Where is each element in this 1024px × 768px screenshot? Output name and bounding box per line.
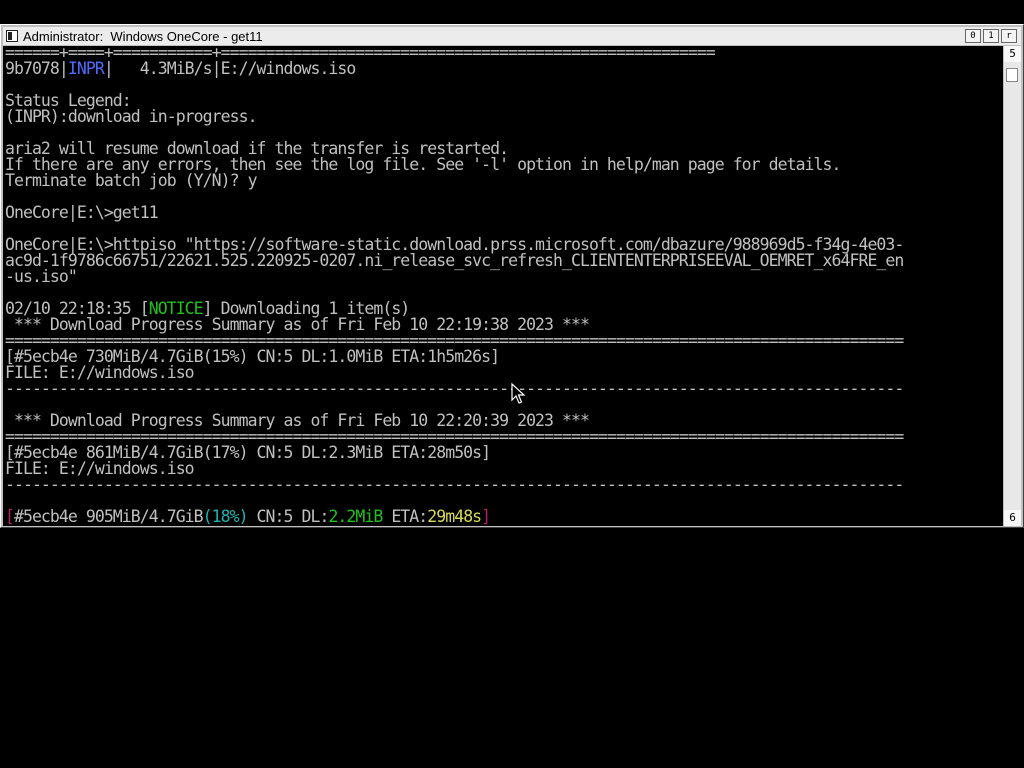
console-line: (INPR):download in-progress.: [5, 107, 258, 126]
console-line: ----------------------------------------…: [5, 475, 904, 494]
console-output[interactable]: ======+====+===========+================…: [3, 46, 1003, 526]
console-text-segment: Terminate batch job (Y/N)? y: [5, 171, 258, 190]
console-line: 9b7078|INPR| 4.3MiB/s|E://windows.iso: [5, 59, 357, 78]
console-text-segment: INPR: [67, 59, 105, 78]
maximize-button[interactable]: 1: [983, 29, 999, 43]
console-text-segment: ac9d-1f9786c66751/22621.525.220925-0207.…: [5, 251, 904, 270]
close-button[interactable]: r: [1001, 29, 1017, 43]
console-text-segment: ]: [481, 507, 491, 526]
console-text-segment: -us.iso": [5, 267, 78, 286]
window-title: Administrator: Windows OneCore - get11: [23, 28, 263, 44]
window-controls: 0 1 r: [965, 29, 1017, 43]
console-text-segment: 9b7078|: [5, 59, 69, 78]
console-text-segment: (INPR):download in-progress.: [5, 107, 258, 126]
console-text-segment: CN:5 DL:: [247, 507, 330, 526]
console-text-segment: [: [5, 507, 15, 526]
console-text-segment: ETA:: [382, 507, 428, 526]
console-text-segment: | 4.3MiB/s|E://windows.iso: [103, 59, 357, 78]
mouse-pointer-icon: [511, 383, 526, 404]
console-text-segment: OneCore|E:\>get11: [5, 203, 159, 222]
console-text-segment: (18%): [202, 507, 249, 526]
console-line: ----------------------------------------…: [5, 379, 904, 398]
console-window-icon[interactable]: [6, 30, 18, 42]
console-line: -us.iso": [5, 267, 78, 286]
scroll-thumb[interactable]: [1006, 68, 1018, 82]
console-text-segment: ----------------------------------------…: [5, 379, 904, 398]
console-line: OneCore|E:\>get11: [5, 203, 159, 222]
console-window[interactable]: Administrator: Windows OneCore - get11 0…: [0, 24, 1024, 528]
scroll-up-button[interactable]: 5: [1004, 46, 1021, 62]
title-bar[interactable]: Administrator: Windows OneCore - get11 0…: [3, 27, 1021, 45]
minimize-button[interactable]: 0: [965, 29, 981, 43]
console-text-segment: ----------------------------------------…: [5, 475, 904, 494]
scroll-down-button[interactable]: 6: [1004, 510, 1021, 526]
console-text-segment: 29m48s: [427, 507, 482, 526]
console-text-segment: 2.2MiB: [328, 507, 383, 526]
console-line: ac9d-1f9786c66751/22621.525.220925-0207.…: [5, 251, 904, 270]
console-text-segment: #5ecb4e 905MiB/4.7GiB: [13, 507, 204, 526]
vertical-scrollbar[interactable]: 5 6: [1004, 46, 1021, 526]
console-line: Terminate batch job (Y/N)? y: [5, 171, 258, 190]
console-line: [#5ecb4e 905MiB/4.7GiB(18%) CN:5 DL:2.2M…: [5, 507, 491, 526]
